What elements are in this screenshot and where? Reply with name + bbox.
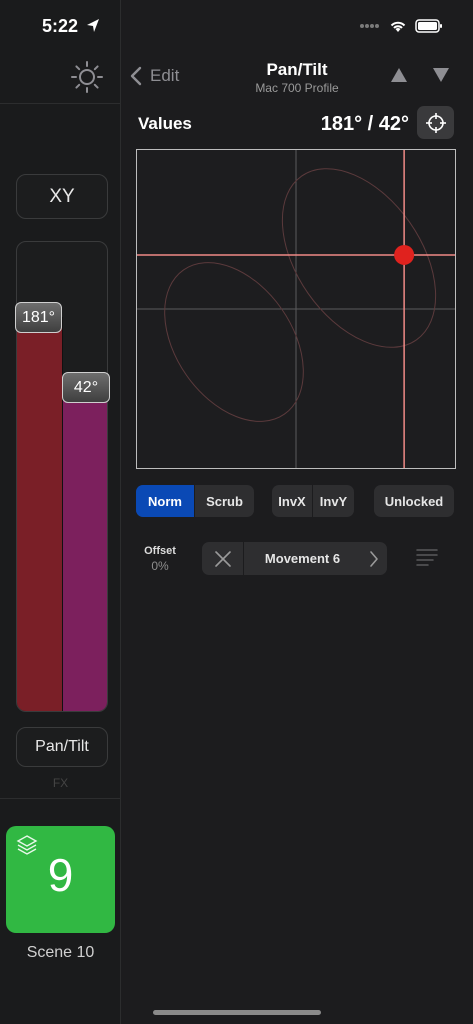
page-title: Pan/Tilt — [266, 60, 328, 79]
pan-fader[interactable] — [17, 317, 62, 711]
fx-label: FX — [52, 776, 69, 790]
scene-tile[interactable]: 9 — [6, 826, 115, 933]
scene-name: Scene 10 — [26, 944, 95, 961]
crosshair-icon — [425, 112, 446, 133]
offset-label: Offset — [144, 545, 176, 557]
values-label: Values — [138, 114, 192, 133]
movement-path — [281, 168, 437, 348]
status-time: 5:22 — [42, 16, 79, 36]
norm-button[interactable]: Norm — [136, 485, 194, 517]
chevron-right-icon — [370, 550, 378, 567]
page-subtitle: Mac 700 Profile — [255, 81, 339, 95]
scrub-button[interactable]: Scrub — [195, 485, 254, 517]
xy-mode-button[interactable]: XY — [16, 174, 108, 219]
position-handle[interactable] — [394, 244, 415, 265]
offset-value[interactable]: 0% — [135, 559, 185, 573]
lock-segment: Unlocked — [374, 485, 454, 517]
location-arrow-icon — [87, 19, 99, 32]
movement-path — [164, 262, 304, 422]
center-target-button[interactable] — [417, 106, 454, 139]
signal-dots-icon — [360, 24, 379, 28]
movement-name: Movement 6 — [264, 551, 341, 566]
divider — [0, 798, 121, 799]
invert-y-button[interactable]: InvY — [313, 485, 354, 517]
left-panel: 5:22 XY 181° 42° Pan/Tilt FX 9 Scene 10 — [0, 0, 121, 1024]
close-icon — [214, 550, 231, 567]
xy-pad[interactable] — [136, 149, 456, 469]
movement-selector[interactable]: Movement 6 — [202, 542, 387, 575]
clear-movement-button[interactable] — [202, 542, 244, 575]
mode-segment: Norm Scrub — [136, 485, 254, 517]
next-arrow-icon[interactable] — [431, 66, 451, 84]
values-readout: 181° / 42° — [320, 113, 409, 135]
scene-number: 9 — [47, 849, 74, 901]
list-icon[interactable] — [416, 547, 438, 569]
previous-arrow-icon[interactable] — [389, 66, 409, 84]
movement-next-button[interactable] — [361, 542, 387, 575]
invert-segment: InvX InvY — [272, 485, 354, 517]
divider — [0, 103, 121, 104]
xy-pad-canvas — [137, 150, 455, 468]
pan-fader-handle[interactable]: 181° — [15, 302, 62, 333]
tilt-fader-handle[interactable]: 42° — [62, 372, 110, 403]
lock-toggle-button[interactable]: Unlocked — [374, 485, 454, 517]
home-indicator — [153, 1010, 321, 1015]
editor-panel: Edit Pan/Tilt Mac 700 Profile Values 181… — [121, 0, 473, 1024]
wifi-icon — [390, 21, 406, 32]
pan-tilt-button[interactable]: Pan/Tilt — [16, 727, 108, 767]
status-icons — [359, 18, 443, 34]
invert-x-button[interactable]: InvX — [272, 485, 312, 517]
tilt-fader[interactable] — [63, 387, 107, 711]
battery-icon — [415, 19, 442, 33]
brightness-icon[interactable] — [70, 60, 104, 94]
